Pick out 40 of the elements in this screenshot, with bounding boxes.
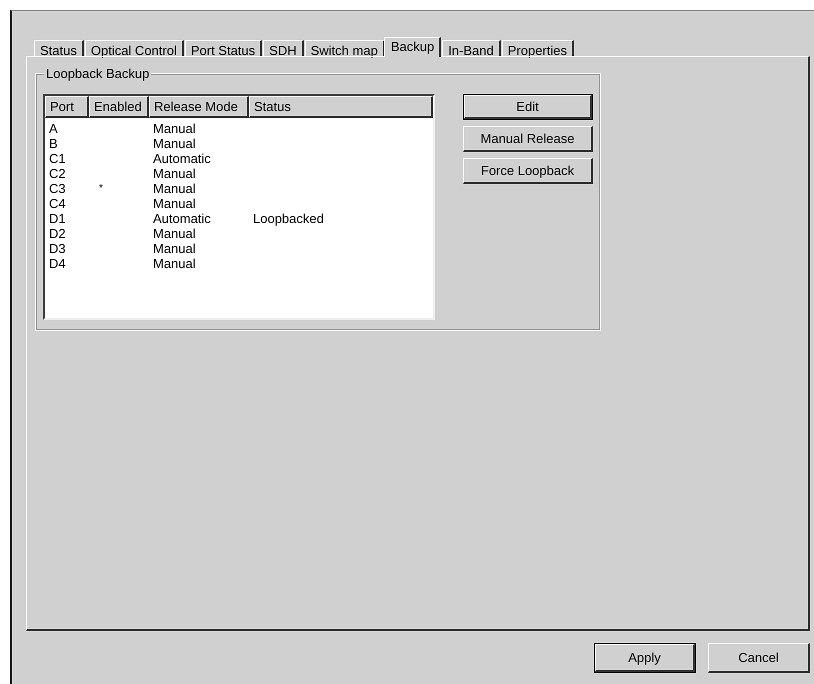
dialog-button[interactable]: Apply [594, 643, 696, 673]
column-header[interactable]: Port [45, 96, 89, 118]
tab[interactable]: Status [34, 40, 84, 56]
tab[interactable]: Properties [502, 40, 574, 56]
table-cell-text: D3 [48, 241, 67, 256]
action-button[interactable]: Force Loopback [463, 158, 593, 184]
group-title: Loopback Backup [44, 66, 152, 81]
tab[interactable]: Backup [384, 37, 442, 57]
table-cell-text: C1 [48, 151, 67, 166]
table-cell-text: Manual [152, 121, 197, 136]
tab[interactable]: Port Status [184, 40, 262, 56]
table-cell-text: Manual [152, 196, 197, 211]
table-cell-text: D4 [48, 256, 67, 271]
table-cell-text: A [48, 121, 59, 136]
action-button[interactable]: Edit [463, 94, 593, 120]
action-button[interactable]: Manual Release [463, 126, 593, 152]
table-cell-text: D1 [48, 211, 67, 226]
table-cell-text: Manual [152, 181, 197, 196]
tab[interactable]: SDH [263, 40, 304, 56]
table-cell-text: Automatic [152, 211, 212, 226]
table-cell-text: Loopbacked [252, 211, 325, 226]
table-cell-text: Automatic [152, 151, 212, 166]
tab[interactable]: Switch map [304, 40, 385, 56]
table-cell-text: Manual [152, 166, 197, 181]
table-cell-text: Manual [152, 256, 197, 271]
column-header[interactable]: Enabled [89, 96, 149, 118]
column-header[interactable]: Status [249, 96, 433, 118]
column-header[interactable]: Release Mode [149, 96, 249, 118]
tab[interactable]: Optical Control [84, 40, 184, 56]
tab[interactable]: In-Band [442, 40, 501, 56]
table-cell-text: B [48, 136, 59, 151]
table-cell-text: D2 [48, 226, 67, 241]
table-cell-text: Manual [152, 226, 197, 241]
table-cell-text: Manual [152, 241, 197, 256]
table-cell-text: C4 [48, 196, 67, 211]
dialog-button[interactable]: Cancel [708, 643, 810, 673]
table-cell-text: C2 [48, 166, 67, 181]
table-cell-text: * [98, 182, 104, 196]
table-cell-text: Manual [152, 136, 197, 151]
table-cell-text: C3 [48, 181, 67, 196]
